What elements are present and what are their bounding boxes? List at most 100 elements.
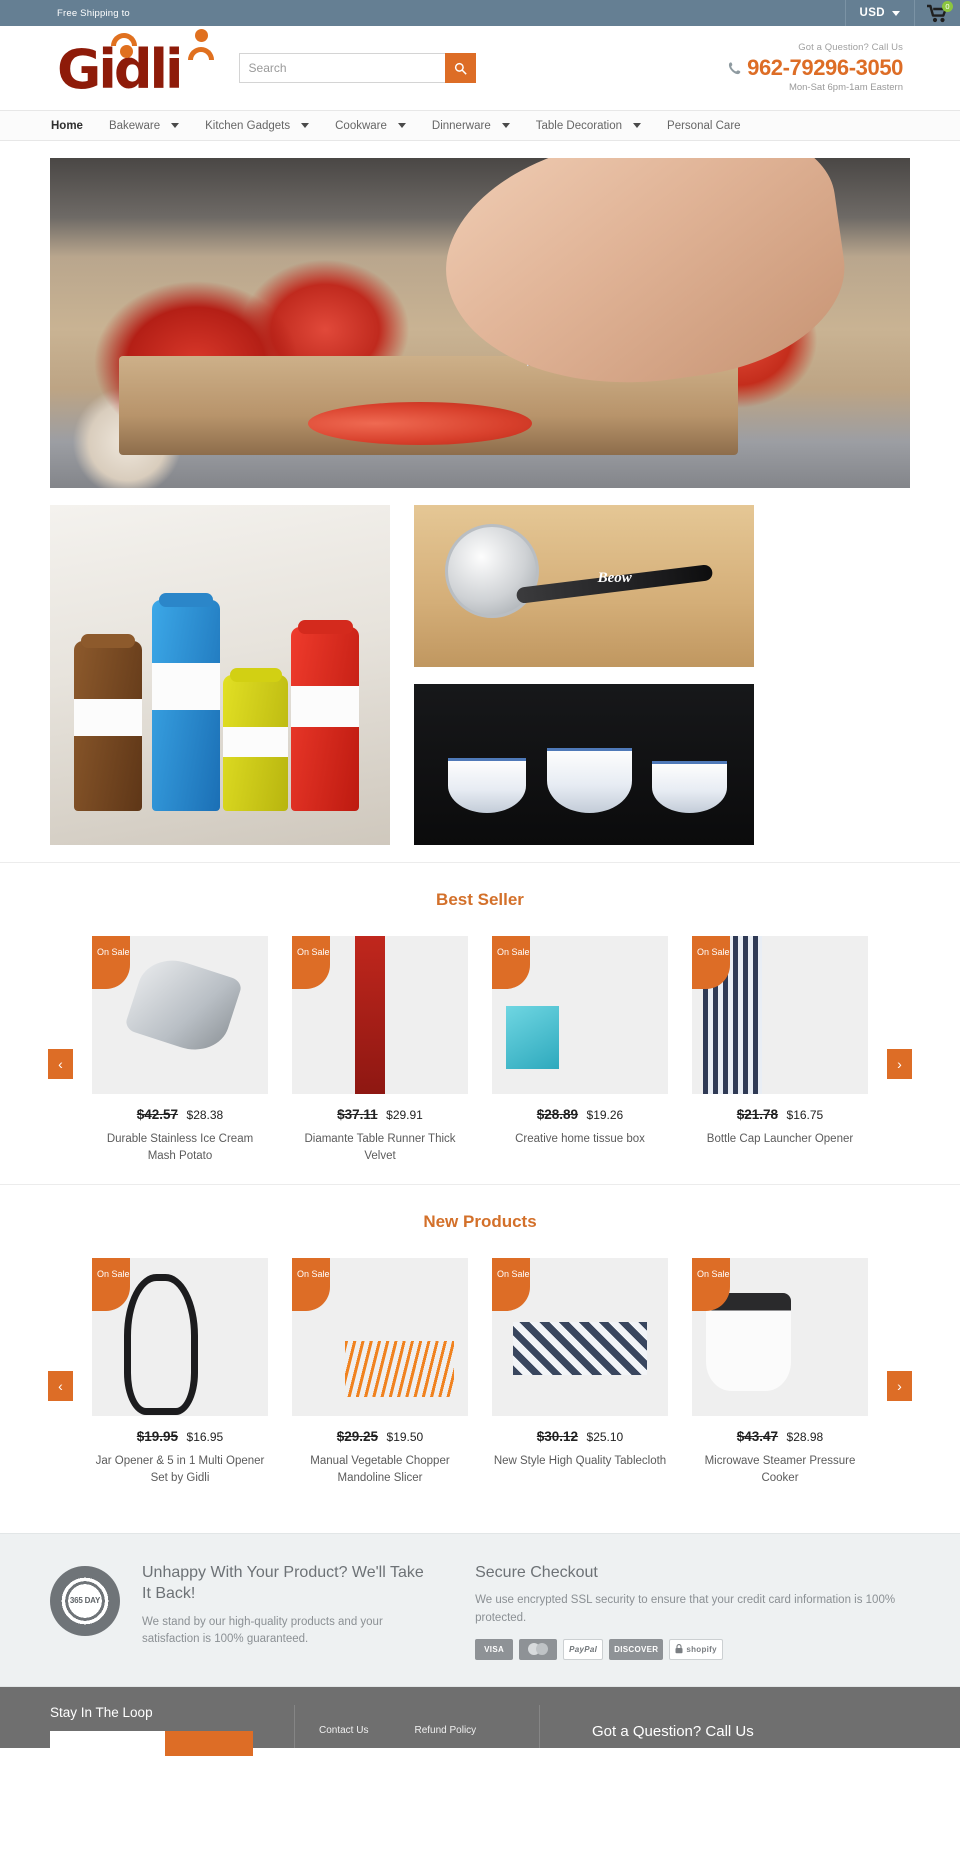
guarantee-heading: Unhappy With Your Product? We'll Take It… [142,1563,424,1603]
product-price-row: $30.12 $25.10 [492,1428,668,1446]
footer-link-refund-policy[interactable]: Refund Policy [414,1725,476,1736]
call-question-text: Got a Question? Call Us [798,42,903,54]
carousel-prev-button[interactable]: ‹ [48,1371,73,1402]
product-title[interactable]: Microwave Steamer Pressure Cooker [692,1453,868,1486]
hero-tomato-slices [308,402,532,446]
nav-item-dinnerware[interactable]: Dinnerware [419,120,523,132]
product-price-row: $37.11 $29.91 [292,1106,468,1124]
lock-icon [675,1644,683,1654]
paypal-icon: PayPal [563,1638,604,1660]
nav-label: Kitchen Gadgets [205,119,291,132]
chevron-down-icon [171,123,180,128]
ceramic-bowl-2 [546,748,632,813]
product-card[interactable]: On Sale $28.89 $19.26 Creative home tiss… [492,936,668,1164]
product-image[interactable]: On Sale [292,936,468,1094]
product-image[interactable]: On Sale [692,936,868,1094]
product-title[interactable]: Diamante Table Runner Thick Velvet [292,1131,468,1164]
product-title[interactable]: Creative home tissue box [492,1131,668,1148]
shopify-label: shopify [686,1644,717,1654]
pizza-cutter-brand-text: Beow [597,569,632,586]
product-title[interactable]: Manual Vegetable Chopper Mandoline Slice… [292,1453,468,1486]
phone-number[interactable]: 962-79296-3050 [728,54,903,82]
promo-banner-bowls[interactable] [414,684,754,845]
on-sale-badge: On Sale [692,1258,730,1312]
product-image[interactable]: On Sale [692,1258,868,1417]
cart-button[interactable]: 0 [914,0,960,26]
price-original: $29.25 [336,1429,379,1445]
carousel-next-button[interactable]: › [887,1049,912,1079]
lunchbox-brown [73,634,142,811]
mastercard-icon [519,1638,558,1660]
product-image[interactable]: On Sale [292,1258,468,1417]
cart-count-badge: 0 [942,1,953,12]
search-submit-button[interactable] [444,53,476,83]
product-price-row: $29.25 $19.50 [292,1428,468,1446]
product-title[interactable]: Bottle Cap Launcher Opener [692,1131,868,1148]
currency-selector[interactable]: USD [844,0,914,26]
chevron-down-icon [301,123,310,128]
section-best-seller: Best Seller ‹ › On Sale $42.57 $28.38 Du… [0,862,960,1184]
product-title[interactable]: Jar Opener & 5 in 1 Multi Opener Set by … [92,1453,268,1486]
promo-banner-column: Beow [414,505,754,845]
hero-banner-wrapper [0,141,960,488]
footer-call-heading: Got a Question? Call Us [592,1722,754,1740]
product-grid: On Sale $42.57 $28.38 Durable Stainless … [0,936,960,1164]
hero-banner-image[interactable] [50,158,910,488]
product-title[interactable]: New Style High Quality Tablecloth [492,1453,668,1470]
product-image[interactable]: On Sale [92,1258,268,1417]
promo-banner-row: Beow [0,488,960,862]
top-utility-bar: Free Shipping to USD 0 [0,0,960,26]
price-sale: $16.75 [786,1108,824,1122]
site-logo[interactable]: Gidli [57,29,214,97]
mastercard-circles-icon [528,1643,549,1656]
search-icon [454,62,467,75]
product-card[interactable]: On Sale $21.78 $16.75 Bottle Cap Launche… [692,936,868,1164]
newsletter-email-input[interactable] [50,1730,165,1756]
price-original: $43.47 [736,1429,779,1445]
newsletter-block: Stay In The Loop [50,1704,295,1756]
nav-item-table-decoration[interactable]: Table Decoration [523,120,654,132]
price-original: $42.57 [136,1107,179,1122]
price-sale: $25.10 [586,1430,624,1445]
logo-arc-icon [111,33,137,46]
price-sale: $19.26 [586,1108,624,1122]
product-card[interactable]: On Sale $43.47 $28.98 Microwave Steamer … [692,1258,868,1486]
on-sale-badge: On Sale [492,1258,530,1312]
product-price-row: $21.78 $16.75 [692,1106,868,1124]
on-sale-badge: On Sale [492,936,530,989]
nav-item-cookware[interactable]: Cookware [322,120,419,132]
product-card[interactable]: On Sale $37.11 $29.91 Diamante Table Run… [292,936,468,1164]
price-sale: $19.50 [386,1430,424,1445]
search-form [238,53,476,83]
promo-banner-lunchboxes[interactable] [50,505,390,845]
carousel-next-button[interactable]: › [887,1371,912,1402]
on-sale-badge: On Sale [692,936,730,989]
chevron-down-icon [633,123,642,128]
secure-checkout-block: Secure Checkout We use encrypted SSL sec… [475,1562,910,1660]
nav-item-personal-care[interactable]: Personal Care [654,120,754,132]
product-title[interactable]: Durable Stainless Ice Cream Mash Potato [92,1131,268,1164]
price-sale: $29.91 [386,1108,423,1122]
newsletter-signup-button[interactable] [165,1730,253,1756]
phone-icon [729,61,741,74]
promo-banner-pizza-cutter[interactable]: Beow [414,505,754,667]
search-input[interactable] [238,53,445,83]
nav-item-bakeware[interactable]: Bakeware [96,120,192,132]
nav-item-home[interactable]: Home [38,120,96,132]
nav-item-kitchen-gadgets[interactable]: Kitchen Gadgets [192,120,322,132]
main-navigation: Home Bakeware Kitchen Gadgets Cookware D… [0,110,960,141]
product-card[interactable]: On Sale $29.25 $19.50 Manual Vegetable C… [292,1258,468,1486]
product-image[interactable]: On Sale [492,936,668,1094]
product-image[interactable]: On Sale [492,1258,668,1417]
carousel-prev-button[interactable]: ‹ [48,1049,73,1079]
business-hours: Mon-Sat 6pm-1am Eastern [788,81,903,93]
on-sale-badge: On Sale [292,936,330,989]
product-image[interactable]: On Sale [92,936,268,1094]
guarantee-block: 365 DAY Unhappy With Your Product? We'll… [50,1562,435,1660]
price-sale: $28.38 [186,1108,224,1122]
product-card[interactable]: On Sale $42.57 $28.38 Durable Stainless … [92,936,268,1164]
lunchbox-blue [152,593,220,811]
footer-link-contact-us[interactable]: Contact Us [319,1725,368,1736]
product-card[interactable]: On Sale $19.95 $16.95 Jar Opener & 5 in … [92,1258,268,1486]
product-card[interactable]: On Sale $30.12 $25.10 New Style High Qua… [492,1258,668,1486]
